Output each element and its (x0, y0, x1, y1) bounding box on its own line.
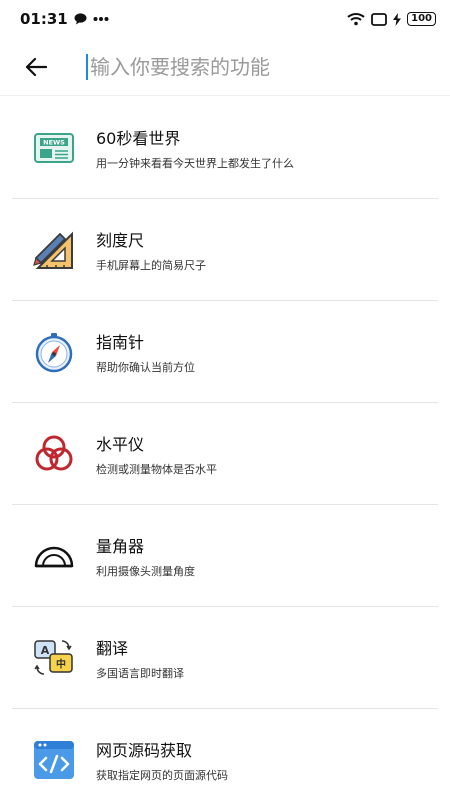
item-title: 60秒看世界 (96, 128, 181, 148)
item-subtitle: 手机屏幕上的简易尺子 (96, 258, 206, 272)
list-item-level[interactable]: 水平仪 检测或测量物体是否水平 (12, 403, 438, 505)
item-title: 网页源码获取 (96, 741, 193, 760)
compass-icon (35, 332, 73, 372)
feature-list: NEWS 60秒看世界 用一分钟来看看今天世界上都发生了什么 刻度尺 手机屏幕上… (0, 97, 450, 811)
item-subtitle: 多国语言即时翻译 (96, 666, 184, 680)
charging-icon (393, 12, 402, 26)
protractor-icon (34, 546, 74, 567)
svg-text:NEWS: NEWS (43, 138, 65, 146)
wifi-icon (347, 13, 365, 26)
item-subtitle: 检测或测量物体是否水平 (96, 462, 217, 476)
list-item-ruler[interactable]: 刻度尺 手机屏幕上的简易尺子 (12, 199, 438, 301)
item-title: 量角器 (96, 536, 145, 556)
item-subtitle: 帮助你确认当前方位 (96, 360, 195, 374)
status-right: 100 (347, 12, 436, 26)
newspaper-icon: NEWS (34, 132, 74, 163)
list-item-compass[interactable]: 指南针 帮助你确认当前方位 (12, 301, 438, 403)
item-subtitle: 获取指定网页的页面源代码 (96, 769, 228, 782)
item-text: 刻度尺 手机屏幕上的简易尺子 (96, 227, 206, 273)
status-time: 01:31 (20, 10, 68, 28)
status-left: 01:31 (20, 10, 109, 28)
item-subtitle: 利用摄像头测量角度 (96, 564, 195, 578)
ruler-icon (33, 231, 73, 269)
search-bar (0, 38, 450, 96)
list-item-60s-news[interactable]: NEWS 60秒看世界 用一分钟来看看今天世界上都发生了什么 (12, 97, 438, 199)
list-item-protractor[interactable]: 量角器 利用摄像头测量角度 (12, 505, 438, 607)
item-title: 翻译 (96, 638, 129, 658)
screen-icon (371, 12, 388, 26)
item-text: 水平仪 检测或测量物体是否水平 (96, 431, 217, 477)
item-text: 量角器 利用摄像头测量角度 (96, 533, 195, 579)
item-text: 翻译 多国语言即时翻译 (96, 635, 184, 681)
level-icon (35, 435, 73, 470)
more-dots-icon (93, 17, 109, 21)
item-title: 指南针 (96, 332, 145, 352)
item-text: 60秒看世界 用一分钟来看看今天世界上都发生了什么 (96, 125, 294, 171)
arrow-left-icon (25, 57, 47, 76)
item-text: 网页源码获取 获取指定网页的页面源代码 (96, 737, 228, 783)
translate-icon: A 中 (34, 639, 73, 675)
status-bar: 01:31 100 (0, 0, 450, 38)
svg-text:中: 中 (56, 657, 66, 670)
chat-bubble-icon (74, 13, 87, 25)
back-button[interactable] (16, 47, 56, 87)
svg-text:A: A (41, 644, 50, 657)
search-input[interactable] (86, 53, 412, 80)
item-text: 指南针 帮助你确认当前方位 (96, 329, 195, 375)
item-subtitle: 用一分钟来看看今天世界上都发生了什么 (96, 156, 294, 170)
code-icon (34, 741, 74, 779)
list-item-webpage-source[interactable]: 网页源码获取 获取指定网页的页面源代码 (12, 709, 438, 811)
item-title: 刻度尺 (96, 230, 145, 250)
battery-level: 100 (407, 12, 436, 26)
list-item-translate[interactable]: A 中 翻译 多国语言即时翻译 (12, 607, 438, 709)
item-title: 水平仪 (96, 434, 145, 454)
